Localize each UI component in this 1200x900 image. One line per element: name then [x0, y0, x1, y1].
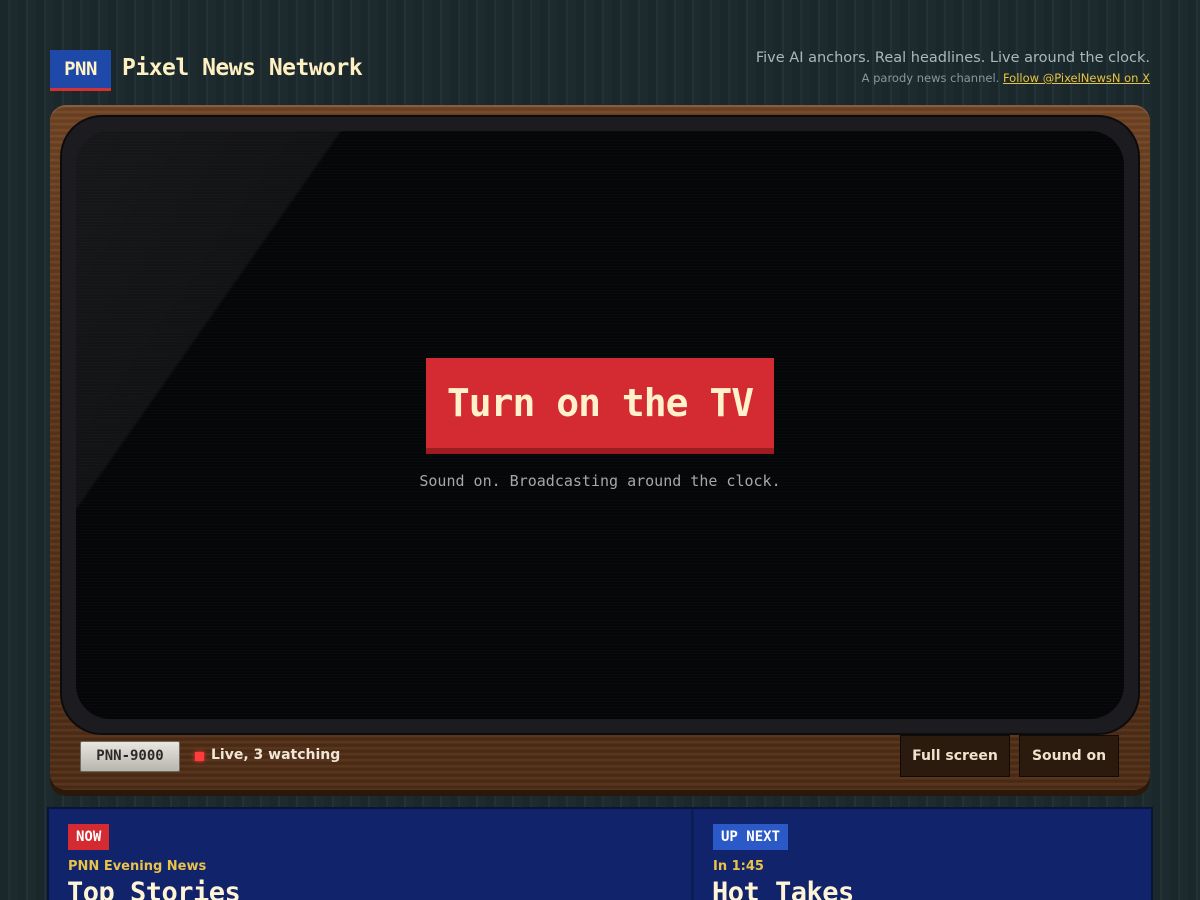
fullscreen-button[interactable]: Full screen	[900, 735, 1010, 777]
tv-bezel: Turn on the TV Sound on. Broadcasting ar…	[60, 115, 1140, 735]
up-next-time: In 1:45	[713, 859, 764, 874]
program-guide: NOW PNN Evening News Top Stories UP NEXT…	[47, 807, 1153, 900]
model-plate: PNN-9000	[80, 741, 180, 772]
now-badge: NOW	[68, 824, 110, 850]
brand-name[interactable]: Pixel News Network	[122, 52, 363, 84]
tv-cabinet: Turn on the TV Sound on. Broadcasting ar…	[50, 105, 1150, 790]
parody-note: A parody news channel.	[861, 71, 1000, 85]
live-indicator-icon	[195, 752, 204, 761]
now-playing-card[interactable]: NOW PNN Evening News Top Stories	[49, 809, 691, 900]
up-next-card[interactable]: UP NEXT In 1:45 Hot Takes	[694, 809, 1151, 900]
screen-hint: Sound on. Broadcasting around the clock.	[419, 472, 781, 490]
site-header: PNN Pixel News Network Five AI anchors. …	[50, 50, 1150, 94]
now-segment-title: Top Stories	[67, 877, 241, 900]
live-viewer-count: Live, 3 watching	[211, 747, 341, 763]
pnn-logo[interactable]: PNN	[50, 50, 111, 91]
tagline: Five AI anchors. Real headlines. Live ar…	[755, 50, 1150, 66]
follow-link[interactable]: Follow @PixelNewsN on X	[1003, 71, 1150, 85]
sound-button[interactable]: Sound on	[1019, 735, 1119, 777]
parody-subline: A parody news channel. Follow @PixelNews…	[862, 71, 1150, 85]
tv-screen[interactable]: Turn on the TV Sound on. Broadcasting ar…	[76, 131, 1124, 719]
turn-on-tv-button[interactable]: Turn on the TV	[426, 358, 774, 454]
now-show-name: PNN Evening News	[68, 859, 207, 874]
up-next-title: Hot Takes	[712, 877, 854, 900]
up-next-badge: UP NEXT	[713, 824, 789, 850]
